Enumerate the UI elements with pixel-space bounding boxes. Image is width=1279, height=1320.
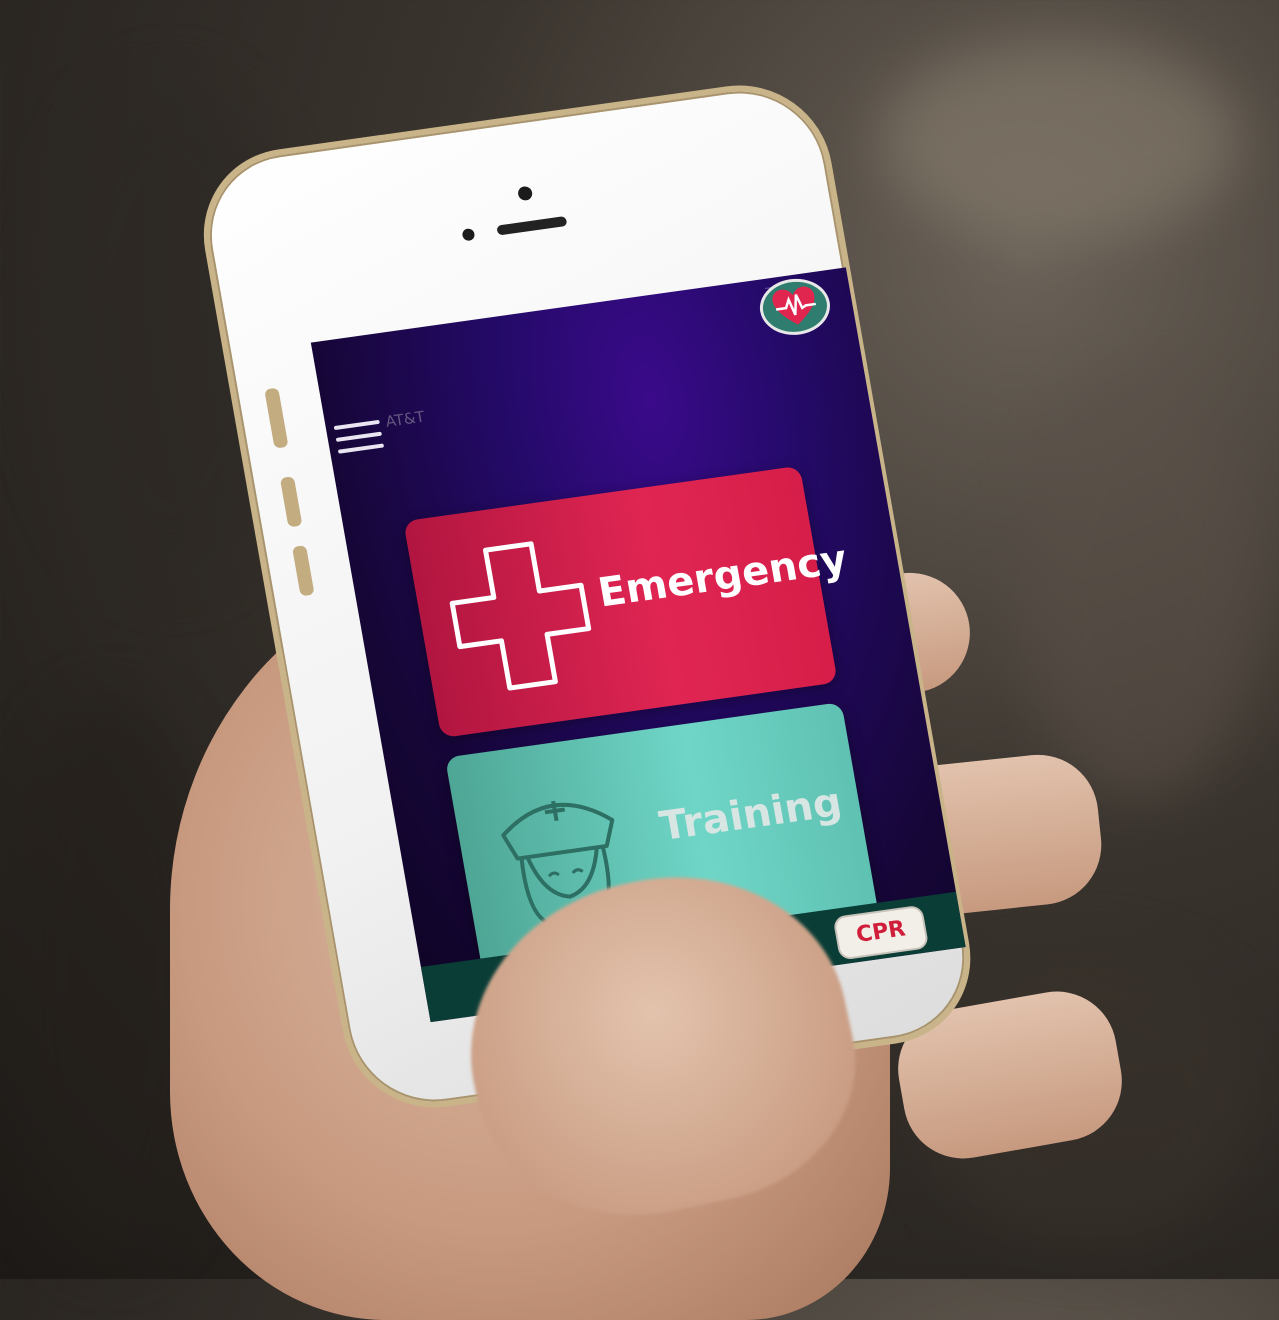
hamburger-menu-icon[interactable] — [333, 418, 385, 458]
cpr-button[interactable]: CPR — [832, 904, 930, 961]
front-camera — [516, 185, 534, 202]
training-label: Training — [656, 779, 846, 851]
emergency-button[interactable]: Emergency — [403, 465, 850, 739]
phone-side-button — [264, 387, 289, 449]
background-bokeh — [1020, 380, 1260, 800]
phone-side-button — [292, 545, 315, 597]
phone-side-button — [279, 476, 303, 528]
proximity-sensor — [461, 227, 476, 242]
medical-cross-icon — [449, 541, 592, 691]
heart-pulse-icon — [772, 286, 816, 325]
carrier-label: AT&T — [384, 407, 427, 431]
background-bokeh — [880, 40, 1240, 240]
earpiece-speaker — [496, 215, 568, 236]
emergency-label: Emergency — [594, 536, 851, 617]
